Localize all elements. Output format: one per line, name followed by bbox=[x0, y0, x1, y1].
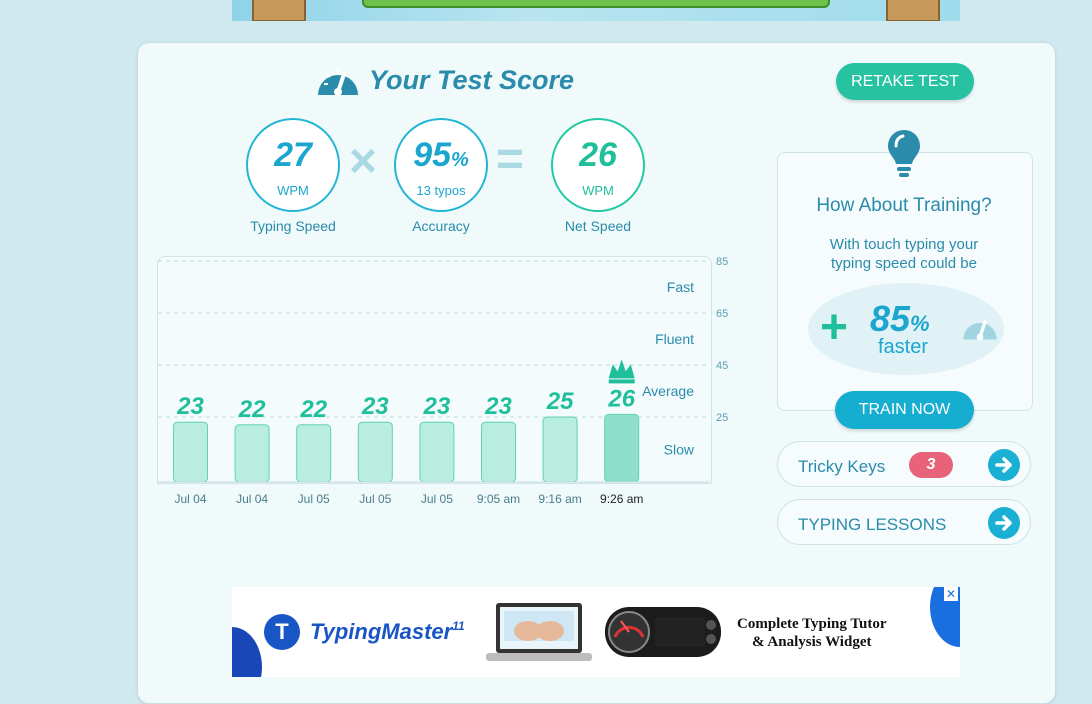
faster-percent: 85% bbox=[870, 298, 930, 339]
crate-graphic bbox=[252, 0, 306, 21]
typing-lessons-button[interactable]: TYPING LESSONS bbox=[777, 499, 1031, 545]
accuracy-circle: 95% 13 typos bbox=[394, 118, 488, 212]
title-text: Your Test Score bbox=[369, 64, 575, 95]
tricky-keys-button[interactable]: Tricky Keys 3 bbox=[777, 441, 1031, 487]
typing-lessons-label: TYPING LESSONS bbox=[798, 515, 947, 534]
arrow-right-icon bbox=[988, 449, 1020, 481]
ad-close-icon[interactable]: ✕ bbox=[944, 587, 958, 601]
top-ad-banner[interactable] bbox=[232, 0, 960, 21]
plus-sign: + bbox=[820, 301, 849, 354]
speedometer-icon bbox=[963, 320, 997, 341]
net-speed-unit: WPM bbox=[582, 183, 614, 198]
net-speed-circle: 26 WPM bbox=[551, 118, 645, 212]
train-now-button[interactable]: TRAIN NOW bbox=[835, 391, 974, 429]
typos-count: 13 typos bbox=[416, 183, 466, 198]
bottom-ad-banner[interactable]: T TypingMaster11 Complete Typing Tutor &… bbox=[232, 587, 960, 677]
ad-tagline-line: Complete Typing Tutor bbox=[737, 616, 887, 632]
ad-brand: TypingMaster11 bbox=[310, 619, 465, 644]
typingmaster-logo-icon: T bbox=[264, 614, 300, 650]
retake-test-button[interactable]: RETAKE TEST bbox=[836, 63, 974, 100]
tricky-keys-label: Tricky Keys bbox=[798, 457, 886, 476]
page-title: Your Test Score bbox=[315, 60, 574, 100]
training-text: With touch typing your typing speed coul… bbox=[777, 235, 1031, 273]
typing-speed-label: Typing Speed bbox=[250, 218, 336, 234]
accuracy-value: 95% bbox=[413, 136, 469, 174]
equals-sign: = bbox=[496, 133, 525, 186]
ad-tagline-line: & Analysis Widget bbox=[752, 634, 872, 650]
speedometer-icon bbox=[318, 69, 358, 96]
typing-speed-unit: WPM bbox=[277, 183, 309, 198]
net-speed-value: 26 bbox=[579, 136, 617, 174]
ad-decoration bbox=[232, 627, 262, 677]
arrow-right-icon bbox=[988, 507, 1020, 539]
faster-label: faster bbox=[878, 336, 929, 358]
laptop-keyboard-image bbox=[486, 603, 592, 661]
training-text-line: With touch typing your bbox=[829, 236, 979, 253]
banner-bar-graphic bbox=[362, 0, 830, 8]
lightbulb-icon bbox=[888, 130, 920, 177]
typing-speed-value: 27 bbox=[274, 136, 312, 174]
ad-tagline: Complete Typing Tutor & Analysis Widget bbox=[737, 615, 886, 651]
history-chart-area bbox=[157, 256, 712, 484]
typing-meter-widget-image bbox=[605, 607, 721, 657]
training-title: How About Training? bbox=[816, 195, 992, 216]
crate-graphic bbox=[886, 0, 940, 21]
accuracy-label: Accuracy bbox=[412, 218, 470, 234]
typing-speed-circle: 27 WPM bbox=[246, 118, 340, 212]
net-speed-label: Net Speed bbox=[564, 218, 632, 234]
training-text-line: typing speed could be bbox=[831, 255, 977, 272]
tricky-keys-count: 3 bbox=[909, 452, 953, 478]
times-sign: × bbox=[349, 135, 378, 188]
